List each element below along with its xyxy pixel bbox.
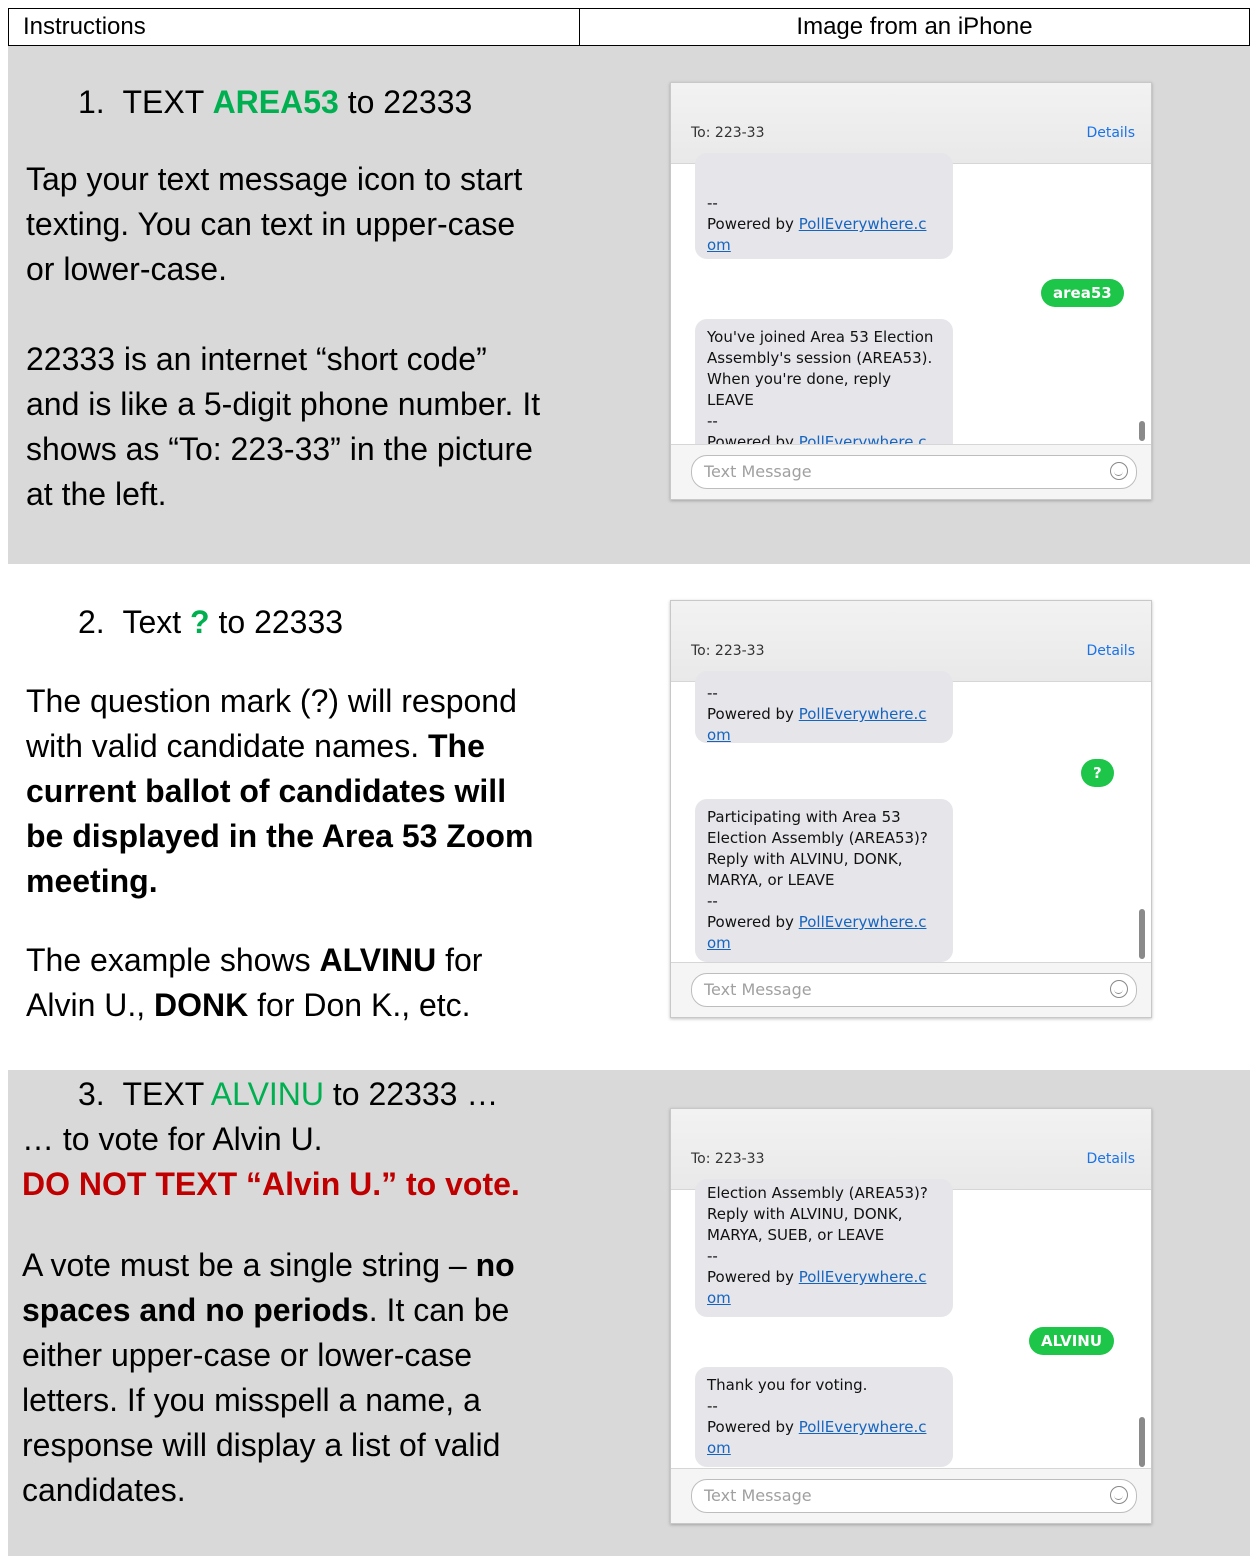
scrollbar[interactable] <box>1139 909 1145 959</box>
step3-instructions: 3. TEXT ALVINU to 22333 … … to vote for … <box>22 1072 542 1513</box>
step1-row: 1. TEXT AREA53 to 22333 Tap your text me… <box>8 46 1250 564</box>
para-text: A vote must be a single string – <box>22 1247 476 1283</box>
reply-text: You've joined Area 53 Election Assembly'… <box>707 328 934 409</box>
phone-screenshot-2: To: 223-33 Details -- Powered by PollEve… <box>670 600 1152 1018</box>
recipient-label: To: 223-33 <box>691 643 765 659</box>
dashes: -- <box>707 1247 718 1265</box>
para-bold: ALVINU <box>319 942 437 978</box>
poll-link-cont[interactable]: om <box>707 1438 941 1459</box>
step-text: to 22333 <box>338 84 473 120</box>
dashes: -- <box>707 412 718 430</box>
emoji-icon[interactable] <box>1110 980 1128 998</box>
powered-text: Powered by <box>707 1418 799 1436</box>
step3-para: A vote must be a single string – no spac… <box>22 1243 542 1513</box>
scrollbar[interactable] <box>1139 421 1145 441</box>
reply-text: Election Assembly (AREA53)? Reply with A… <box>707 1184 928 1244</box>
dashes: -- <box>707 1397 718 1415</box>
step1-para2: 22333 is an internet “short code” and is… <box>26 341 541 512</box>
received-message: Election Assembly (AREA53)? Reply with A… <box>695 1179 953 1317</box>
table-header: Instructions Image from an iPhone <box>8 8 1250 46</box>
dashes: -- <box>707 892 718 910</box>
emoji-icon[interactable] <box>1110 462 1128 480</box>
poll-link[interactable]: PollEverywhere.c <box>799 913 927 931</box>
recipient-label: To: 223-33 <box>691 125 765 141</box>
details-link[interactable]: Details <box>1086 643 1135 659</box>
powered-text: Powered by <box>707 913 799 931</box>
step-text: TEXT <box>122 84 213 120</box>
emoji-icon[interactable] <box>1110 1486 1128 1504</box>
input-placeholder: Text Message <box>704 1486 812 1505</box>
para-text: for Don K., etc. <box>248 987 471 1023</box>
sent-message: ALVINU <box>1029 1327 1115 1355</box>
step1-para1: Tap your text message icon to start text… <box>26 161 523 287</box>
received-message: Participating with Area 53 Election Asse… <box>695 799 953 962</box>
step2-instructions: 2. Text ? to 22333 The question mark (?)… <box>26 600 546 1028</box>
step-number: 1. <box>78 84 105 120</box>
step3-keyword: ALVINU <box>210 1076 325 1112</box>
phone-screenshot-3: To: 223-33 Details Election Assembly (AR… <box>670 1108 1152 1524</box>
details-link[interactable]: Details <box>1086 1151 1135 1167</box>
step3-row: 3. TEXT ALVINU to 22333 … … to vote for … <box>8 1070 1250 1556</box>
step2-heading: 2. Text ? to 22333 <box>26 600 546 645</box>
message-header: To: 223-33 Details <box>671 1109 1151 1190</box>
poll-link-cont[interactable]: om <box>707 1288 941 1309</box>
step2-para2: The example shows ALVINU for Alvin U., D… <box>26 938 546 1028</box>
text-message-input[interactable]: Text Message <box>691 1479 1137 1513</box>
input-bar: Text Message <box>671 1468 1151 1523</box>
message-header: To: 223-33 Details <box>671 83 1151 164</box>
text-message-input[interactable]: Text Message <box>691 455 1137 489</box>
step2-para1: The question mark (?) will respond with … <box>26 679 546 904</box>
reply-text: Participating with Area 53 Election Asse… <box>707 808 928 889</box>
received-message: -- Powered by PollEverywhere.c om <box>695 153 953 259</box>
scrollbar[interactable] <box>1139 1417 1145 1467</box>
step1-keyword: AREA53 <box>212 84 339 120</box>
step-text: Text <box>122 604 191 640</box>
step-text: to 22333 … <box>324 1076 499 1112</box>
para-text: The example shows <box>26 942 320 978</box>
step3-warning: DO NOT TEXT “Alvin U.” to vote. <box>22 1166 520 1202</box>
reply-text: Thank you for voting. <box>707 1376 868 1394</box>
step-number: 3. <box>78 1076 105 1112</box>
step2-keyword: ? <box>190 604 210 640</box>
phone-screenshot-1: To: 223-33 Details -- Powered by PollEve… <box>670 82 1152 500</box>
powered-text: Powered by <box>707 705 799 723</box>
step-text: TEXT <box>122 1076 211 1112</box>
input-placeholder: Text Message <box>704 980 812 999</box>
header-instructions: Instructions <box>9 9 580 45</box>
poll-link-cont[interactable]: om <box>707 235 941 256</box>
poll-link[interactable]: PollEverywhere.c <box>799 1418 927 1436</box>
powered-text: Powered by <box>707 1268 799 1286</box>
poll-link[interactable]: PollEverywhere.c <box>799 215 927 233</box>
input-bar: Text Message <box>671 444 1151 499</box>
step3-heading: 3. TEXT ALVINU to 22333 … <box>22 1072 542 1117</box>
poll-link-cont[interactable]: om <box>707 933 941 954</box>
dashes: -- <box>707 194 718 212</box>
poll-link[interactable]: PollEverywhere.c <box>799 1268 927 1286</box>
step1-instructions: 1. TEXT AREA53 to 22333 Tap your text me… <box>26 80 546 517</box>
received-message: Thank you for voting. -- Powered by Poll… <box>695 1367 953 1467</box>
sent-message: area53 <box>1041 279 1124 307</box>
received-message: -- Powered by PollEverywhere.c om <box>695 671 953 746</box>
step2-row: 2. Text ? to 22333 The question mark (?)… <box>8 564 1250 1070</box>
header-image: Image from an iPhone <box>796 13 1033 40</box>
input-bar: Text Message <box>671 962 1151 1017</box>
step-number: 2. <box>78 604 105 640</box>
dashes: -- <box>707 684 718 702</box>
poll-link[interactable]: PollEverywhere.c <box>799 705 927 723</box>
powered-text: Powered by <box>707 215 799 233</box>
step1-heading: 1. TEXT AREA53 to 22333 <box>26 80 546 125</box>
step3-line2: … to vote for Alvin U. <box>22 1121 323 1157</box>
sent-message: ? <box>1081 759 1114 787</box>
recipient-label: To: 223-33 <box>691 1151 765 1167</box>
message-header: To: 223-33 Details <box>671 601 1151 682</box>
poll-link-cont[interactable]: om <box>707 725 941 746</box>
input-placeholder: Text Message <box>704 462 812 481</box>
details-link[interactable]: Details <box>1086 125 1135 141</box>
para-bold: DONK <box>154 987 249 1023</box>
text-message-input[interactable]: Text Message <box>691 973 1137 1007</box>
step-text: to 22333 <box>209 604 344 640</box>
